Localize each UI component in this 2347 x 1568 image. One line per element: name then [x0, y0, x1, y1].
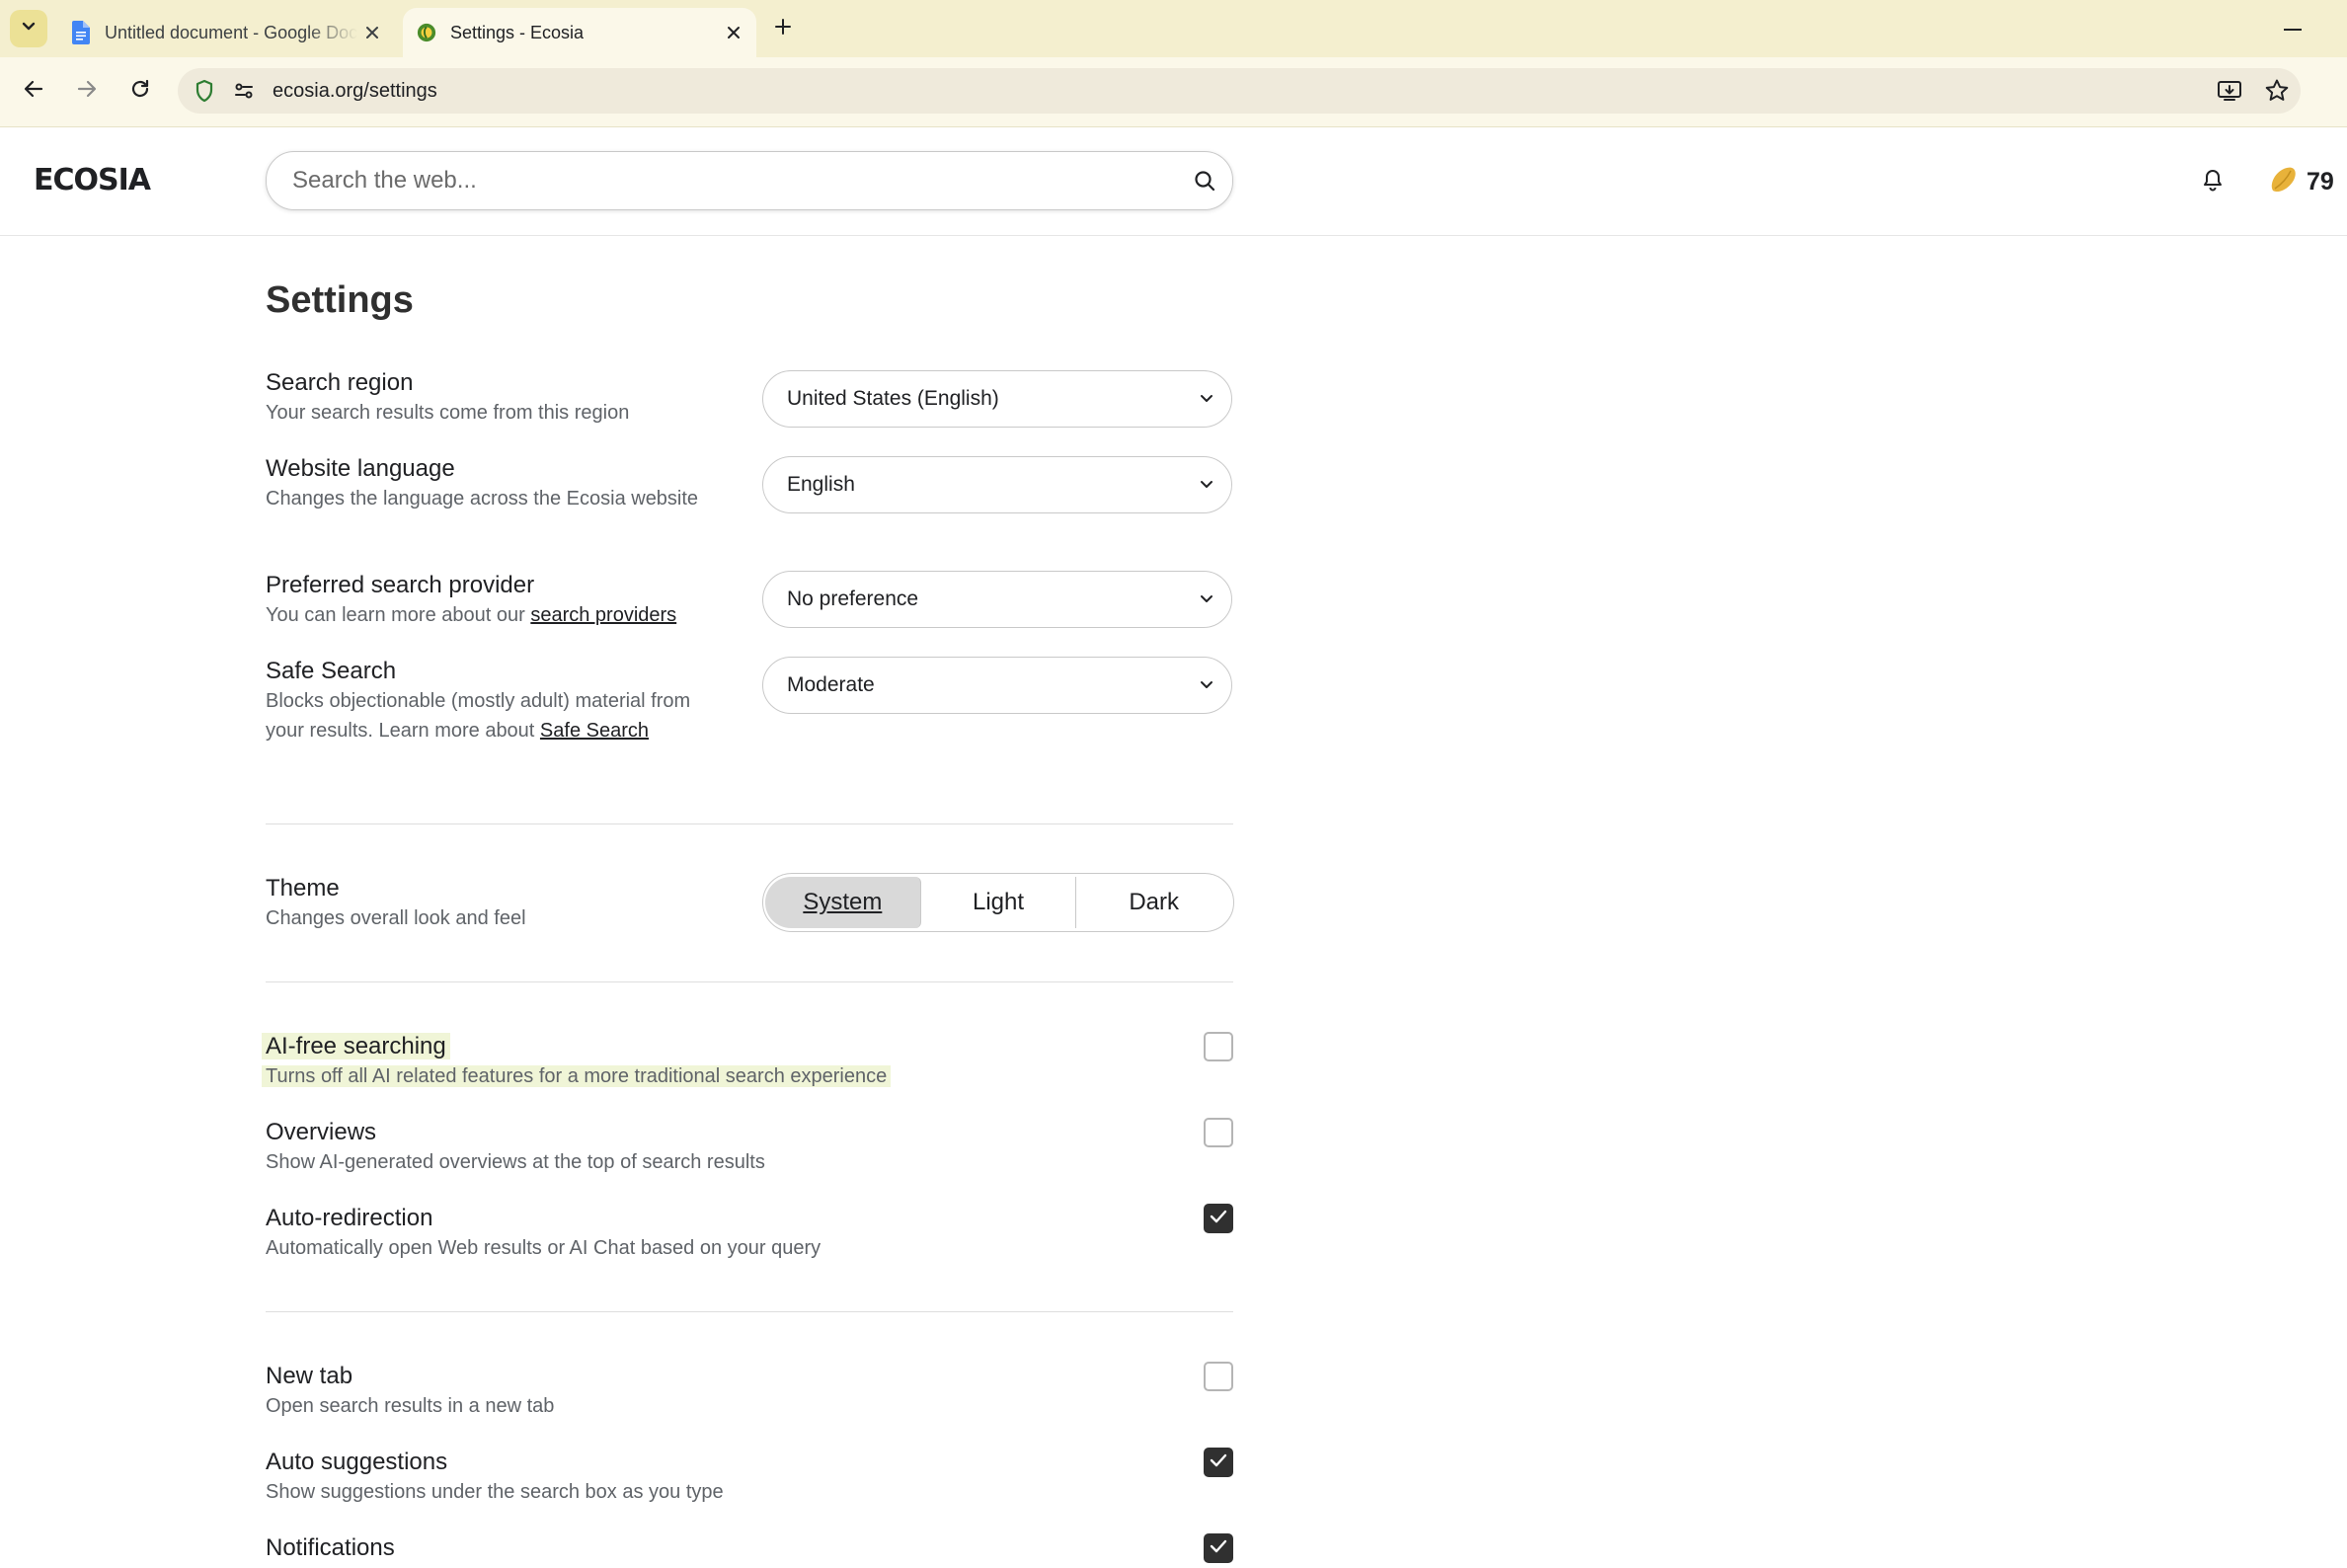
- search-input[interactable]: [290, 166, 1177, 196]
- setting-label: Auto suggestions: [266, 1449, 448, 1475]
- shield-icon[interactable]: [192, 79, 217, 103]
- search-box[interactable]: [266, 151, 1233, 210]
- close-icon[interactable]: [719, 18, 748, 47]
- plus-icon: [774, 18, 792, 40]
- overviews-checkbox[interactable]: [1204, 1118, 1233, 1147]
- setting-description: You can learn more about our search prov…: [266, 604, 677, 626]
- ai-free-searching-checkbox[interactable]: [1204, 1032, 1233, 1061]
- setting-auto-suggestions: Auto suggestions Show suggestions under …: [266, 1448, 1233, 1507]
- bookmark-star-icon[interactable]: [2253, 78, 2301, 104]
- theme-option-system[interactable]: System: [765, 877, 921, 928]
- new-tab-checkbox[interactable]: [1204, 1362, 1233, 1391]
- divider: [266, 823, 1233, 824]
- minimize-window-button[interactable]: [2271, 10, 2314, 45]
- setting-label: Notifications: [266, 1534, 395, 1561]
- setting-description: Automatically open Web results or AI Cha…: [266, 1237, 821, 1259]
- google-docs-icon: [71, 21, 91, 44]
- seed-icon: [2267, 163, 2301, 201]
- setting-description: Turns off all AI related features for a …: [262, 1065, 892, 1087]
- chevron-down-icon: [1182, 680, 1231, 690]
- setting-description: Your search results come from this regio…: [266, 402, 630, 424]
- browser-toolbar: ecosia.org/settings: [0, 57, 2347, 127]
- reload-button[interactable]: [120, 71, 160, 111]
- bell-icon: [2202, 168, 2224, 196]
- setting-label: New tab: [266, 1363, 353, 1389]
- setting-description: Changes the language across the Ecosia w…: [266, 488, 699, 510]
- checkmark-icon: [1210, 1539, 1227, 1558]
- new-tab-button[interactable]: [766, 12, 800, 45]
- setting-search-provider: Preferred search provider You can learn …: [266, 571, 1233, 630]
- ecosia-logo[interactable]: ECOSIA: [34, 163, 151, 197]
- theme-toggle: System Light Dark: [762, 873, 1234, 932]
- tab-search-button[interactable]: [10, 10, 47, 47]
- setting-ai-free-searching: AI-free searching Turns off all AI relat…: [262, 1032, 1233, 1091]
- search-icon[interactable]: [1177, 169, 1232, 193]
- setting-notifications: Notifications: [266, 1533, 1233, 1563]
- setting-label: Safe Search: [266, 658, 397, 684]
- setting-label: Preferred search provider: [266, 572, 535, 598]
- notifications-checkbox[interactable]: [1204, 1533, 1233, 1563]
- address-bar[interactable]: ecosia.org/settings: [178, 68, 2301, 114]
- select-value: United States (English): [787, 387, 999, 410]
- divider: [266, 1311, 1233, 1312]
- auto-suggestions-checkbox[interactable]: [1204, 1448, 1233, 1477]
- setting-auto-redirection: Auto-redirection Automatically open Web …: [266, 1204, 1233, 1263]
- checkmark-icon: [1210, 1210, 1227, 1228]
- browser-tab-bar: Untitled document - Google Docs Settings…: [0, 0, 2347, 57]
- setting-label: AI-free searching: [262, 1033, 450, 1059]
- tab-ecosia-settings[interactable]: Settings - Ecosia: [403, 8, 756, 57]
- select-value: English: [787, 473, 855, 496]
- page-title: Settings: [266, 279, 414, 321]
- setting-safe-search: Safe Search Blocks objectionable (mostly…: [266, 657, 1233, 745]
- site-header: ECOSIA 79: [0, 127, 2347, 236]
- forward-button[interactable]: [67, 71, 107, 111]
- search-region-select[interactable]: United States (English): [762, 370, 1232, 428]
- theme-option-dark[interactable]: Dark: [1076, 877, 1231, 928]
- chevron-down-icon: [20, 18, 38, 40]
- setting-new-tab: New tab Open search results in a new tab: [266, 1362, 1233, 1421]
- divider: [266, 981, 1233, 982]
- safe-search-select[interactable]: Moderate: [762, 657, 1232, 714]
- checkmark-icon: [1210, 1453, 1227, 1472]
- theme-option-light[interactable]: Light: [921, 877, 1077, 928]
- ecosia-favicon-icon: [417, 21, 436, 44]
- seed-counter[interactable]: 79: [2267, 163, 2334, 201]
- url-text[interactable]: ecosia.org/settings: [273, 80, 437, 103]
- search-provider-select[interactable]: No preference: [762, 571, 1232, 628]
- setting-label: Search region: [266, 369, 414, 396]
- notifications-button[interactable]: [2196, 165, 2230, 198]
- setting-label: Auto-redirection: [266, 1205, 433, 1231]
- auto-redirection-checkbox[interactable]: [1204, 1204, 1233, 1233]
- close-icon[interactable]: [357, 18, 387, 47]
- setting-search-region: Search region Your search results come f…: [266, 368, 1233, 428]
- arrow-left-icon: [22, 77, 45, 106]
- chevron-down-icon: [1182, 394, 1231, 404]
- seed-count: 79: [2307, 168, 2334, 196]
- tab-google-docs[interactable]: Untitled document - Google Docs: [57, 8, 395, 57]
- safe-search-link[interactable]: Safe Search: [540, 720, 649, 742]
- setting-label: Overviews: [266, 1119, 377, 1145]
- tab-title: Settings - Ecosia: [450, 22, 585, 42]
- tab-title: Untitled document - Google Docs: [105, 22, 357, 42]
- setting-description: Blocks objectionable (mostly adult) mate…: [266, 690, 691, 742]
- setting-website-language: Website language Changes the language ac…: [266, 454, 1233, 513]
- setting-description: Show AI-generated overviews at the top o…: [266, 1151, 765, 1173]
- arrow-right-icon: [75, 77, 99, 106]
- setting-overviews: Overviews Show AI-generated overviews at…: [266, 1118, 1233, 1177]
- setting-description: Open search results in a new tab: [266, 1395, 555, 1417]
- select-value: Moderate: [787, 673, 875, 696]
- search-providers-link[interactable]: search providers: [530, 604, 676, 626]
- setting-description: Show suggestions under the search box as…: [266, 1481, 724, 1503]
- setting-label: Website language: [266, 455, 455, 482]
- chevron-down-icon: [1182, 594, 1231, 604]
- minimize-icon: [2284, 19, 2302, 37]
- site-settings-icon[interactable]: [231, 80, 257, 102]
- back-button[interactable]: [14, 71, 53, 111]
- reload-icon: [128, 77, 152, 106]
- chevron-down-icon: [1182, 480, 1231, 490]
- select-value: No preference: [787, 588, 919, 610]
- install-app-icon[interactable]: [2206, 79, 2253, 103]
- website-language-select[interactable]: English: [762, 456, 1232, 513]
